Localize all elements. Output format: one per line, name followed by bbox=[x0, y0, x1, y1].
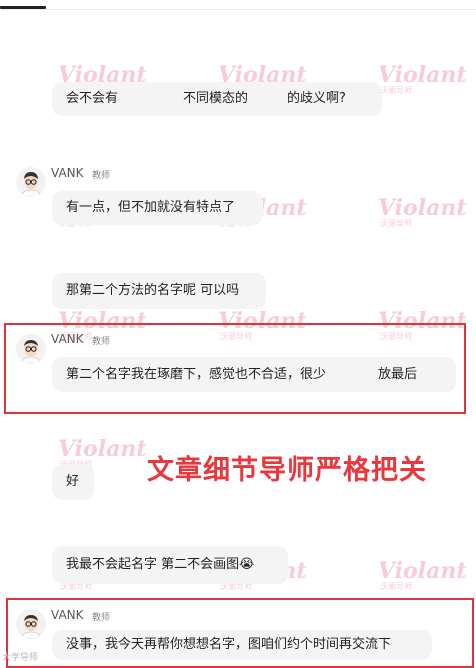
corner-watermark: 大学导师 bbox=[2, 653, 39, 663]
watermark-logo: Violant沃丽导师 bbox=[378, 62, 467, 95]
watermark-logo: Violant沃丽导师 bbox=[378, 195, 467, 228]
message-text: 我最不会起名字 第二不会画图😭 bbox=[66, 557, 255, 572]
sender-name: VANK bbox=[51, 166, 84, 180]
message-bubble: 第二个名字我在琢磨下，感觉也不合适，很少 放最后 bbox=[52, 357, 456, 392]
message-bubble: 会不会有 不同模态的 的歧义啊? bbox=[52, 82, 382, 116]
watermark-logo: Violant沃丽导师 bbox=[378, 558, 467, 591]
sender-role: 教师 bbox=[92, 613, 111, 623]
top-bar bbox=[0, 0, 476, 10]
sender-name: VANK bbox=[51, 608, 84, 622]
divider bbox=[0, 9, 476, 10]
message-bubble: 有一点，但不加就没有特点了 bbox=[52, 191, 263, 225]
message-text: 那第二个方法的名字呢 可以吗 bbox=[66, 283, 240, 298]
sender-role: 教师 bbox=[92, 171, 111, 181]
message-bubble: 好 bbox=[52, 464, 94, 500]
avatar[interactable] bbox=[16, 334, 46, 364]
message-text: 会不会有 不同模态的 的歧义啊? bbox=[66, 91, 346, 106]
message-text: 第二个名字我在琢磨下，感觉也不合适，很少 放最后 bbox=[66, 366, 418, 382]
avatar[interactable] bbox=[16, 609, 46, 639]
message-bubble: 我最不会起名字 第二不会画图😭 bbox=[52, 546, 288, 584]
message-text: 没事，我今天再帮你想想名字，图咱们约个时间再交流下 bbox=[66, 637, 392, 652]
message-text: 好 bbox=[66, 474, 80, 489]
sender-name: VANK bbox=[51, 332, 84, 346]
avatar[interactable] bbox=[16, 167, 46, 197]
overlay-caption: 文章细节导师严格把关 bbox=[147, 455, 427, 486]
message-bubble: 没事，我今天再帮你想想名字，图咱们约个时间再交流下 bbox=[52, 630, 432, 660]
message-bubble: 那第二个方法的名字呢 可以吗 bbox=[52, 273, 266, 309]
sender-role: 教师 bbox=[92, 337, 111, 347]
message-text: 有一点，但不加就没有特点了 bbox=[66, 200, 236, 215]
